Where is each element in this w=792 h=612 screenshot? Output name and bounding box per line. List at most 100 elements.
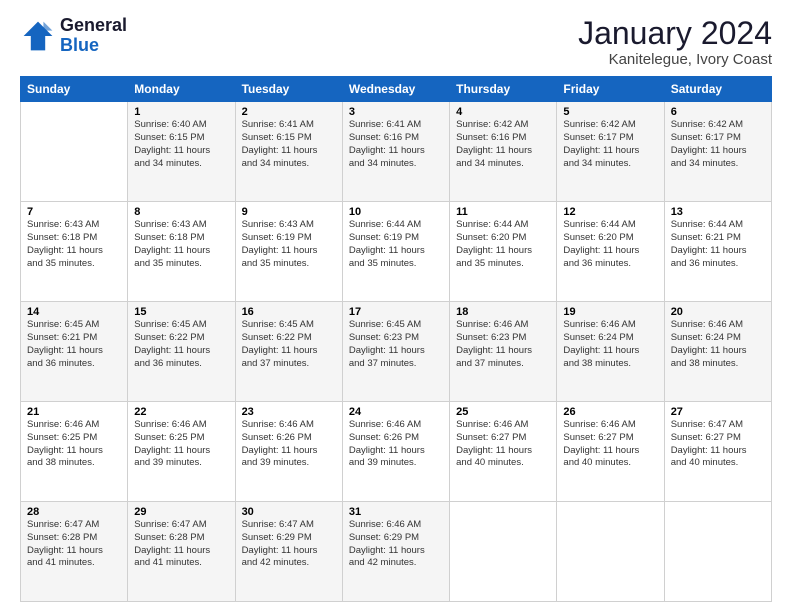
calendar-table: SundayMondayTuesdayWednesdayThursdayFrid… xyxy=(20,76,772,602)
day-number: 13 xyxy=(671,206,765,218)
day-number: 12 xyxy=(563,206,657,218)
day-info: Sunrise: 6:44 AM Sunset: 6:20 PM Dayligh… xyxy=(456,219,550,270)
week-row-2: 7Sunrise: 6:43 AM Sunset: 6:18 PM Daylig… xyxy=(21,202,772,302)
main-title: January 2024 xyxy=(578,16,772,51)
day-info: Sunrise: 6:46 AM Sunset: 6:24 PM Dayligh… xyxy=(563,319,657,370)
title-block: January 2024 Kanitelegue, Ivory Coast xyxy=(578,16,772,68)
day-number: 28 xyxy=(27,506,121,518)
calendar-cell: 2Sunrise: 6:41 AM Sunset: 6:15 PM Daylig… xyxy=(235,102,342,202)
day-info: Sunrise: 6:46 AM Sunset: 6:27 PM Dayligh… xyxy=(456,419,550,470)
calendar-cell: 12Sunrise: 6:44 AM Sunset: 6:20 PM Dayli… xyxy=(557,202,664,302)
day-number: 29 xyxy=(134,506,228,518)
day-header-sunday: Sunday xyxy=(21,77,128,102)
day-number: 2 xyxy=(242,106,336,118)
logo-text: General Blue xyxy=(60,16,127,56)
day-header-thursday: Thursday xyxy=(450,77,557,102)
day-number: 14 xyxy=(27,306,121,318)
calendar-cell: 5Sunrise: 6:42 AM Sunset: 6:17 PM Daylig… xyxy=(557,102,664,202)
calendar-cell: 30Sunrise: 6:47 AM Sunset: 6:29 PM Dayli… xyxy=(235,502,342,602)
calendar-cell: 11Sunrise: 6:44 AM Sunset: 6:20 PM Dayli… xyxy=(450,202,557,302)
calendar-cell: 7Sunrise: 6:43 AM Sunset: 6:18 PM Daylig… xyxy=(21,202,128,302)
day-info: Sunrise: 6:46 AM Sunset: 6:26 PM Dayligh… xyxy=(242,419,336,470)
calendar-cell: 9Sunrise: 6:43 AM Sunset: 6:19 PM Daylig… xyxy=(235,202,342,302)
calendar-cell xyxy=(21,102,128,202)
day-info: Sunrise: 6:42 AM Sunset: 6:17 PM Dayligh… xyxy=(671,119,765,170)
calendar-cell: 15Sunrise: 6:45 AM Sunset: 6:22 PM Dayli… xyxy=(128,302,235,402)
calendar-cell xyxy=(557,502,664,602)
day-info: Sunrise: 6:44 AM Sunset: 6:21 PM Dayligh… xyxy=(671,219,765,270)
day-number: 20 xyxy=(671,306,765,318)
calendar-cell: 27Sunrise: 6:47 AM Sunset: 6:27 PM Dayli… xyxy=(664,402,771,502)
day-header-tuesday: Tuesday xyxy=(235,77,342,102)
calendar-cell: 21Sunrise: 6:46 AM Sunset: 6:25 PM Dayli… xyxy=(21,402,128,502)
day-info: Sunrise: 6:46 AM Sunset: 6:29 PM Dayligh… xyxy=(349,519,443,570)
calendar-cell: 3Sunrise: 6:41 AM Sunset: 6:16 PM Daylig… xyxy=(342,102,449,202)
day-info: Sunrise: 6:46 AM Sunset: 6:23 PM Dayligh… xyxy=(456,319,550,370)
day-info: Sunrise: 6:47 AM Sunset: 6:28 PM Dayligh… xyxy=(134,519,228,570)
calendar-cell: 10Sunrise: 6:44 AM Sunset: 6:19 PM Dayli… xyxy=(342,202,449,302)
calendar-cell: 23Sunrise: 6:46 AM Sunset: 6:26 PM Dayli… xyxy=(235,402,342,502)
day-header-saturday: Saturday xyxy=(664,77,771,102)
logo: General Blue xyxy=(20,16,127,56)
calendar-cell: 20Sunrise: 6:46 AM Sunset: 6:24 PM Dayli… xyxy=(664,302,771,402)
week-row-1: 1Sunrise: 6:40 AM Sunset: 6:15 PM Daylig… xyxy=(21,102,772,202)
day-info: Sunrise: 6:45 AM Sunset: 6:22 PM Dayligh… xyxy=(134,319,228,370)
calendar-cell: 18Sunrise: 6:46 AM Sunset: 6:23 PM Dayli… xyxy=(450,302,557,402)
calendar-cell: 8Sunrise: 6:43 AM Sunset: 6:18 PM Daylig… xyxy=(128,202,235,302)
day-info: Sunrise: 6:43 AM Sunset: 6:18 PM Dayligh… xyxy=(134,219,228,270)
calendar-cell: 28Sunrise: 6:47 AM Sunset: 6:28 PM Dayli… xyxy=(21,502,128,602)
page: General Blue January 2024 Kanitelegue, I… xyxy=(0,0,792,612)
day-info: Sunrise: 6:42 AM Sunset: 6:17 PM Dayligh… xyxy=(563,119,657,170)
day-info: Sunrise: 6:41 AM Sunset: 6:16 PM Dayligh… xyxy=(349,119,443,170)
day-info: Sunrise: 6:40 AM Sunset: 6:15 PM Dayligh… xyxy=(134,119,228,170)
week-row-4: 21Sunrise: 6:46 AM Sunset: 6:25 PM Dayli… xyxy=(21,402,772,502)
calendar-cell: 6Sunrise: 6:42 AM Sunset: 6:17 PM Daylig… xyxy=(664,102,771,202)
day-header-monday: Monday xyxy=(128,77,235,102)
day-number: 21 xyxy=(27,406,121,418)
logo-icon xyxy=(20,18,56,54)
calendar-cell xyxy=(450,502,557,602)
calendar-cell: 25Sunrise: 6:46 AM Sunset: 6:27 PM Dayli… xyxy=(450,402,557,502)
day-number: 22 xyxy=(134,406,228,418)
day-info: Sunrise: 6:46 AM Sunset: 6:25 PM Dayligh… xyxy=(27,419,121,470)
day-info: Sunrise: 6:43 AM Sunset: 6:19 PM Dayligh… xyxy=(242,219,336,270)
day-number: 15 xyxy=(134,306,228,318)
day-number: 8 xyxy=(134,206,228,218)
day-number: 27 xyxy=(671,406,765,418)
day-number: 4 xyxy=(456,106,550,118)
day-number: 9 xyxy=(242,206,336,218)
week-row-3: 14Sunrise: 6:45 AM Sunset: 6:21 PM Dayli… xyxy=(21,302,772,402)
week-row-5: 28Sunrise: 6:47 AM Sunset: 6:28 PM Dayli… xyxy=(21,502,772,602)
calendar-cell: 22Sunrise: 6:46 AM Sunset: 6:25 PM Dayli… xyxy=(128,402,235,502)
header: General Blue January 2024 Kanitelegue, I… xyxy=(20,16,772,68)
day-number: 10 xyxy=(349,206,443,218)
calendar-cell: 14Sunrise: 6:45 AM Sunset: 6:21 PM Dayli… xyxy=(21,302,128,402)
day-number: 7 xyxy=(27,206,121,218)
day-header-wednesday: Wednesday xyxy=(342,77,449,102)
day-info: Sunrise: 6:45 AM Sunset: 6:23 PM Dayligh… xyxy=(349,319,443,370)
day-info: Sunrise: 6:47 AM Sunset: 6:29 PM Dayligh… xyxy=(242,519,336,570)
day-number: 17 xyxy=(349,306,443,318)
day-number: 11 xyxy=(456,206,550,218)
day-number: 19 xyxy=(563,306,657,318)
day-number: 6 xyxy=(671,106,765,118)
day-number: 5 xyxy=(563,106,657,118)
calendar-cell: 24Sunrise: 6:46 AM Sunset: 6:26 PM Dayli… xyxy=(342,402,449,502)
day-info: Sunrise: 6:47 AM Sunset: 6:28 PM Dayligh… xyxy=(27,519,121,570)
day-info: Sunrise: 6:44 AM Sunset: 6:19 PM Dayligh… xyxy=(349,219,443,270)
calendar-cell: 26Sunrise: 6:46 AM Sunset: 6:27 PM Dayli… xyxy=(557,402,664,502)
calendar-cell: 16Sunrise: 6:45 AM Sunset: 6:22 PM Dayli… xyxy=(235,302,342,402)
calendar-cell: 29Sunrise: 6:47 AM Sunset: 6:28 PM Dayli… xyxy=(128,502,235,602)
day-info: Sunrise: 6:42 AM Sunset: 6:16 PM Dayligh… xyxy=(456,119,550,170)
day-info: Sunrise: 6:43 AM Sunset: 6:18 PM Dayligh… xyxy=(27,219,121,270)
day-info: Sunrise: 6:46 AM Sunset: 6:26 PM Dayligh… xyxy=(349,419,443,470)
day-header-friday: Friday xyxy=(557,77,664,102)
day-number: 31 xyxy=(349,506,443,518)
day-number: 25 xyxy=(456,406,550,418)
calendar-cell: 17Sunrise: 6:45 AM Sunset: 6:23 PM Dayli… xyxy=(342,302,449,402)
day-info: Sunrise: 6:46 AM Sunset: 6:25 PM Dayligh… xyxy=(134,419,228,470)
day-number: 1 xyxy=(134,106,228,118)
day-number: 3 xyxy=(349,106,443,118)
day-info: Sunrise: 6:41 AM Sunset: 6:15 PM Dayligh… xyxy=(242,119,336,170)
calendar-cell: 1Sunrise: 6:40 AM Sunset: 6:15 PM Daylig… xyxy=(128,102,235,202)
